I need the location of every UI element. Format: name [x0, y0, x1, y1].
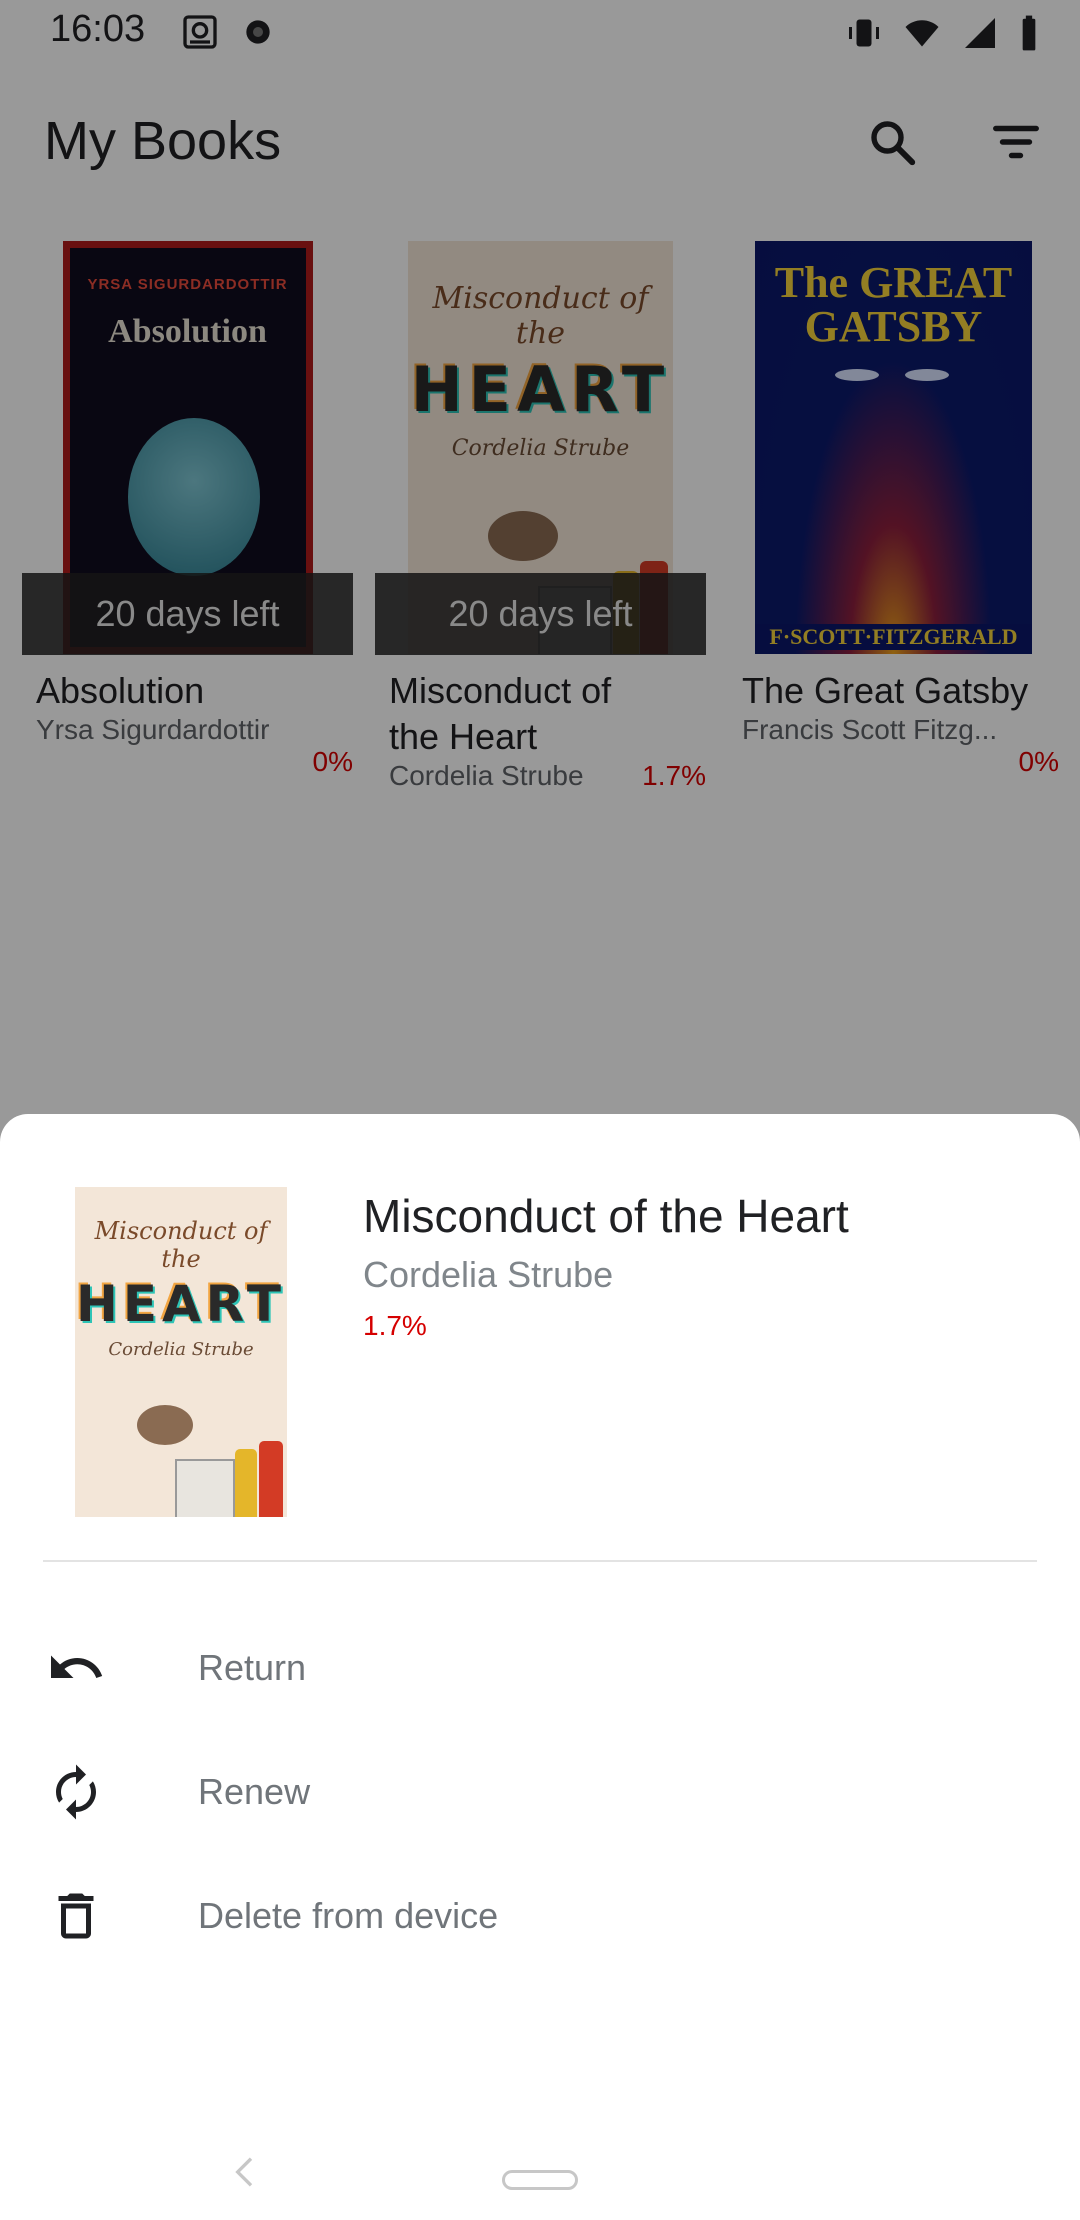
renew-button[interactable]: Renew: [0, 1730, 1080, 1854]
renew-icon: [44, 1760, 108, 1824]
renew-label: Renew: [198, 1771, 311, 1812]
sheet-book-author: Cordelia Strube: [363, 1254, 614, 1295]
cover-art: [259, 1441, 283, 1517]
sheet-book-progress: 1.7%: [363, 1310, 427, 1341]
cover-author-text: Cordelia Strube: [108, 1339, 254, 1360]
delete-icon: [44, 1884, 108, 1948]
navigation-bar: [0, 2130, 1080, 2220]
return-button[interactable]: Return: [0, 1606, 1080, 1730]
cover-art: [137, 1405, 193, 1445]
book-actions-sheet: Misconduct of the HEART Cordelia Strube …: [0, 1114, 1080, 2220]
home-pill[interactable]: [502, 2170, 578, 2190]
sheet-book-cover: Misconduct of the HEART Cordelia Strube: [75, 1187, 287, 1517]
cover-title-text: Misconduct of the: [94, 1217, 268, 1273]
cover-heart-text: HEART: [75, 1275, 287, 1333]
delete-label: Delete from device: [198, 1895, 499, 1936]
return-label: Return: [198, 1647, 307, 1688]
back-icon[interactable]: [226, 2152, 266, 2192]
return-icon: [44, 1636, 108, 1700]
delete-from-device-button[interactable]: Delete from device: [0, 1854, 1080, 1978]
divider: [43, 1560, 1037, 1562]
sheet-book-title: Misconduct of the Heart: [363, 1190, 849, 1242]
cover-art: [235, 1449, 257, 1517]
cover-art: [175, 1459, 235, 1517]
